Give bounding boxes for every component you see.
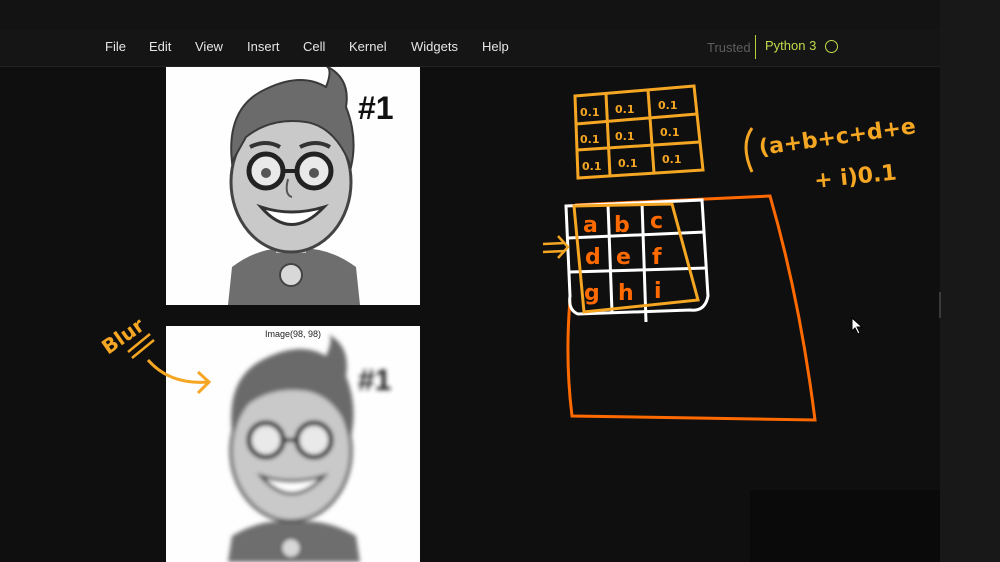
kernel-cell-1-0: 0.1 xyxy=(580,133,600,146)
pen-annotations: Blur 0.1 0.1 0.1 0.1 0.1 0.1 0.1 0.1 0.1… xyxy=(97,84,917,422)
kernel-cell-2-2: 0.1 xyxy=(662,153,682,166)
image-outline xyxy=(566,194,817,422)
kernel-cell-0-0: 0.1 xyxy=(580,106,600,119)
pixel-cell-f: f xyxy=(652,245,662,270)
pixel-cell-h: h xyxy=(618,281,634,306)
menu-edit[interactable]: Edit xyxy=(149,39,171,54)
image2-caption: Image(98, 98) xyxy=(264,329,322,339)
top-strip xyxy=(0,0,1000,30)
kernel-separator xyxy=(755,35,756,59)
blur-label: Blur xyxy=(97,313,149,359)
pixel-grid xyxy=(564,198,710,323)
image1-label: #1 xyxy=(358,90,394,126)
menu-help[interactable]: Help xyxy=(482,39,509,54)
menu-view[interactable]: View xyxy=(195,39,223,54)
kernel-cell-0-1: 0.1 xyxy=(615,103,635,116)
menu-insert[interactable]: Insert xyxy=(247,39,280,54)
menu-kernel[interactable]: Kernel xyxy=(349,39,387,54)
menu-file[interactable]: File xyxy=(105,39,126,54)
double-arrow-icon xyxy=(542,235,570,259)
scrollbar-thumb[interactable] xyxy=(939,292,941,318)
pixel-cell-g: g xyxy=(584,281,600,306)
kernel-idle-circle-icon xyxy=(825,40,838,53)
kernel-cell-1-1: 0.1 xyxy=(615,130,635,143)
image2-label: #1 xyxy=(358,364,391,397)
output-image-blurred: Image(98, 98) #1 xyxy=(166,326,420,562)
pixel-cell-i: i xyxy=(654,279,662,304)
kernel-cell-2-1: 0.1 xyxy=(618,157,638,170)
pixel-cell-e: e xyxy=(616,245,631,270)
cartoon-face-blurred: #1 xyxy=(228,334,391,562)
pixel-cell-a: a xyxy=(583,213,598,238)
cartoon-face-sharp: #1 xyxy=(228,67,394,305)
formula-paren xyxy=(744,127,754,173)
menu-widgets[interactable]: Widgets xyxy=(411,39,458,54)
blur-underline-2 xyxy=(131,339,155,359)
pixel-cell-b: b xyxy=(614,213,630,238)
pixel-cell-d: d xyxy=(585,245,601,270)
kernel-name[interactable]: Python 3 xyxy=(765,38,816,53)
menu-cell[interactable]: Cell xyxy=(303,39,325,54)
kernel-cell-0-2: 0.1 xyxy=(658,99,678,112)
kernel-grid xyxy=(573,84,705,180)
output-image-original: #1 xyxy=(166,67,420,305)
bottom-shade xyxy=(750,490,940,562)
pixel-cell-c: c xyxy=(650,209,663,234)
overlay-grid xyxy=(572,202,700,314)
formula-line-2: + i)0.1 xyxy=(813,160,898,194)
blur-underline-1 xyxy=(127,333,151,353)
mouse-pointer-icon xyxy=(851,317,864,335)
formula-line-1: (a+b+c+d+e xyxy=(757,114,917,161)
right-side-panel xyxy=(940,0,1000,562)
kernel-cell-1-2: 0.1 xyxy=(660,126,680,139)
kernel-cell-2-0: 0.1 xyxy=(582,160,602,173)
trusted-indicator[interactable]: Trusted xyxy=(707,40,751,55)
menu-bar: File Edit View Insert Cell Kernel Widget… xyxy=(0,30,940,67)
